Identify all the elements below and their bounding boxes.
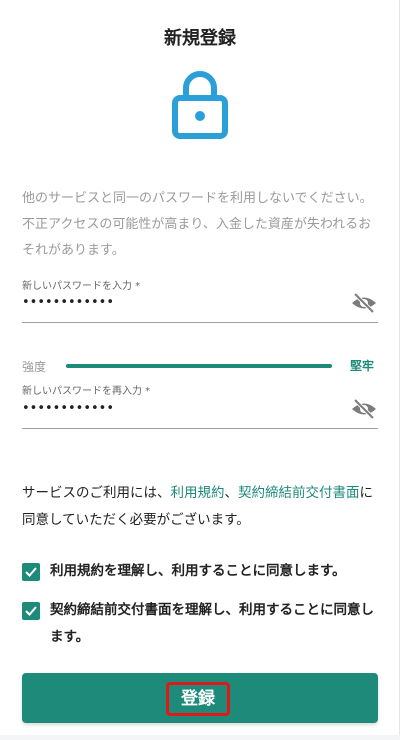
contract-document-link[interactable]: 契約締結前交付書面 (238, 485, 360, 501)
register-button-label: 登録 (166, 682, 230, 716)
password-input[interactable]: •••••••••••• (22, 295, 114, 310)
terms-link[interactable]: 利用規約 (171, 485, 225, 501)
strength-bar-fill (66, 364, 332, 368)
register-button[interactable]: 登録 (22, 673, 378, 723)
lock-icon (172, 71, 228, 139)
eye-off-icon[interactable] (351, 292, 377, 314)
check-icon (25, 606, 37, 616)
eye-off-icon[interactable] (351, 398, 377, 420)
strength-value: 堅牢 (350, 359, 375, 373)
consent-prefix: サービスのご利用には、 (22, 485, 171, 501)
confirm-password-input[interactable]: •••••••••••• (22, 401, 114, 416)
agree-contract-label: 契約締結前交付書面を理解し、利用することに同意します。 (50, 602, 374, 645)
confirm-password-label: 新しいパスワードを再入力 * (22, 386, 151, 397)
strength-bar (66, 364, 332, 368)
agree-contract-checkbox[interactable] (22, 602, 40, 620)
password-label: 新しいパスワードを入力 * (22, 281, 141, 292)
consent-separator: 、 (224, 485, 239, 501)
strength-label: 強度 (22, 360, 47, 374)
confirm-password-underline (22, 428, 378, 429)
consent-text: サービスのご利用には、利用規約、契約締結前交付書面に同意していただく必要がござい… (22, 480, 382, 534)
agree-terms-checkbox[interactable] (22, 563, 40, 581)
password-underline (22, 322, 378, 323)
check-icon (25, 567, 37, 577)
registration-card: 新規登録 他のサービスと同一のパスワードを利用しないでください。不正アクセスの可… (0, 0, 400, 735)
page-title: 新規登録 (164, 28, 236, 49)
password-warning: 他のサービスと同一のパスワードを利用しないでください。不正アクセスの可能性が高ま… (22, 191, 373, 258)
agree-terms-label: 利用規約を理解し、利用することに同意します。 (50, 563, 346, 579)
